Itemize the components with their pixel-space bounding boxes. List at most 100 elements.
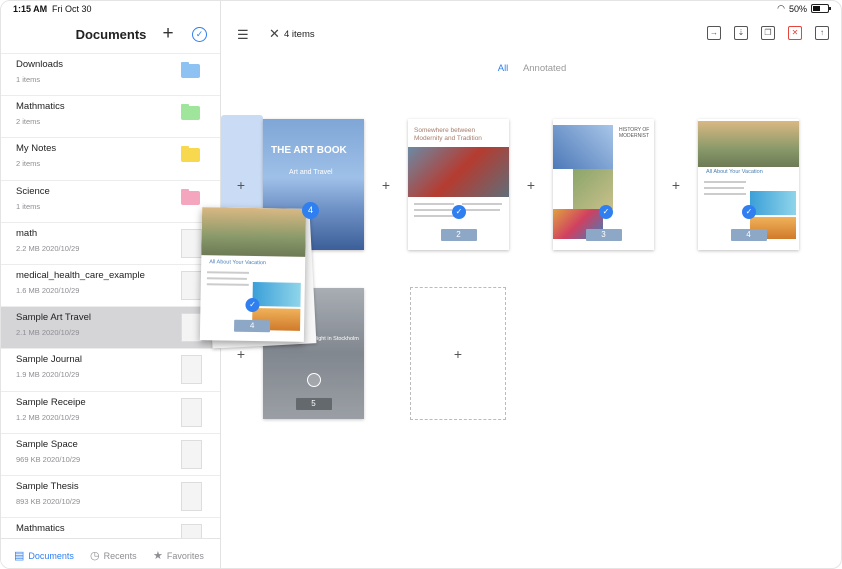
insert-page-button[interactable]: + — [234, 177, 248, 193]
clock-icon: ◷ — [90, 550, 100, 562]
filter-all[interactable]: All — [498, 63, 509, 74]
tab-recents[interactable]: ◷ Recents — [90, 549, 137, 562]
page-3-title: HISTORY OF MODERNIST — [619, 127, 650, 139]
text-line — [704, 193, 746, 195]
status-time: 1:15 AM — [13, 4, 48, 14]
checkmark-circle-icon[interactable]: ✓ — [192, 27, 207, 42]
document-thumbnail — [181, 481, 202, 511]
file-list: Downloads 1 items Mathmatics 2 items My Note… — [1, 53, 220, 538]
sidebar-toggle-icon[interactable]: ☰ — [237, 27, 249, 43]
page-thumbnail-3[interactable]: HISTORY OF MODERNIST ✓ 3 — [553, 119, 654, 250]
folder-icon — [181, 146, 200, 163]
star-icon: ★ — [153, 550, 163, 562]
page-number: 4 — [233, 319, 271, 333]
text-line — [206, 277, 247, 280]
folder-row[interactable]: Downloads 1 items — [1, 54, 220, 97]
duplicate-icon[interactable]: ❐ — [761, 26, 775, 40]
page-3-image-2 — [573, 169, 613, 209]
document-thumbnail — [181, 439, 202, 469]
unselected-circle-icon[interactable] — [307, 373, 321, 387]
document-row[interactable]: medical_health_care_example 1.6 MB 2020/1… — [1, 265, 220, 308]
document-row[interactable]: Sample Space 969 KB 2020/10/29 — [1, 434, 220, 476]
page-cover-title: THE ART BOOK — [271, 145, 347, 156]
folder-row[interactable]: Mathmatics 2 items — [1, 96, 220, 139]
close-icon[interactable]: ✕ — [269, 26, 280, 42]
insert-page-button[interactable]: + — [669, 177, 683, 193]
text-line — [704, 181, 746, 183]
row-meta: 2.2 MB 2020/10/29 — [16, 243, 80, 253]
filter-annotated[interactable]: Annotated — [523, 63, 566, 74]
tab-documents[interactable]: ▤ Documents — [14, 549, 74, 562]
document-row[interactable]: Sample Journal 1.9 MB 2020/10/29 — [1, 349, 220, 392]
page-cover-subtitle: Art and Travel — [289, 169, 333, 176]
row-name: Mathmatics — [16, 101, 65, 113]
page-number: 2 — [440, 229, 477, 241]
text-line — [414, 209, 452, 211]
row-meta: 893 KB 2020/10/29 — [16, 496, 81, 506]
tab-favorites-label: Favorites — [166, 550, 204, 561]
drag-count-badge: 4 — [302, 202, 319, 219]
row-meta: 1.9 MB 2020/10/29 — [16, 370, 80, 380]
row-name: Sample Space — [16, 438, 78, 450]
filter-segment: All Annotated — [221, 63, 841, 74]
row-name: Mathmatics — [16, 523, 65, 535]
plus-icon[interactable]: + — [160, 23, 176, 45]
page-number: 3 — [585, 229, 622, 241]
selection-count: 4 items — [284, 29, 315, 40]
text-line — [462, 209, 500, 211]
toolbar: ☰ ✕ 4 items → ⇣ ❐ ✕ ↑ — [221, 19, 841, 53]
document-thumbnail — [181, 313, 202, 343]
document-thumbnail — [181, 524, 202, 538]
row-meta: 2 items — [16, 117, 41, 127]
page-thumbnail-2[interactable]: Somewhere between Modernity and Traditio… — [408, 119, 509, 250]
add-page-slot[interactable]: + — [410, 287, 506, 420]
document-row[interactable]: Mathmatics44 KB 2020/10/30 — [1, 518, 220, 538]
row-meta: 2 items — [16, 159, 41, 169]
dragged-page-title: All About Your Vacation — [209, 259, 267, 267]
insert-page-button[interactable]: + — [234, 346, 248, 362]
document-thumbnail — [181, 355, 202, 385]
row-name: Sample Receipe — [16, 396, 86, 408]
folder-row[interactable]: My Notes 2 items — [1, 138, 220, 181]
row-meta: 1.6 MB 2020/10/29 — [16, 285, 80, 295]
text-line — [207, 271, 250, 274]
delete-icon[interactable]: ✕ — [788, 26, 802, 40]
page-thumbnail-4[interactable]: All About Your Vacation ✓ 4 — [698, 119, 799, 250]
page-2-title: Somewhere between Modernity and Traditio… — [414, 127, 482, 142]
row-meta: 1 items — [16, 75, 41, 84]
main-area: ☰ ✕ 4 items → ⇣ ❐ ✕ ↑ All Annotated + + … — [199, 1, 841, 568]
document-thumbnail — [181, 228, 202, 258]
folder-icon — [181, 62, 200, 78]
share-icon[interactable]: ↑ — [815, 26, 829, 40]
sidebar-header: Documents + ✓ — [1, 19, 221, 53]
move-to-folder-icon[interactable]: → — [707, 26, 721, 40]
extract-pages-icon[interactable]: ⇣ — [734, 26, 748, 40]
row-name: medical_health_care_example — [16, 269, 145, 281]
row-name: Sample Art Travel — [16, 312, 91, 324]
text-line — [206, 283, 249, 286]
folder-icon — [181, 104, 200, 121]
folder-row[interactable]: Science 1 items — [1, 181, 220, 223]
row-name: Downloads — [16, 59, 63, 70]
folder-icon — [181, 188, 200, 205]
page-number: 5 — [295, 398, 332, 410]
insert-page-button[interactable]: + — [524, 177, 538, 193]
checkmark-icon: ✓ — [742, 205, 756, 219]
page-4-image-2 — [750, 191, 796, 215]
document-row[interactable]: math 2.2 MB 2020/10/29 — [1, 223, 220, 265]
toolbar-actions: → ⇣ ❐ ✕ ↑ — [707, 26, 829, 40]
dragged-page-stack[interactable]: All About Your Vacation ✓ 4 — [199, 207, 307, 342]
document-row[interactable]: Sample Receipe 1.2 MB 2020/10/29 — [1, 392, 220, 434]
tab-favorites[interactable]: ★ Favorites — [153, 549, 204, 562]
text-line — [414, 215, 454, 217]
document-row[interactable]: Sample Thesis 893 KB 2020/10/29 — [1, 476, 220, 519]
document-row[interactable]: Sample Art Travel 2.1 MB 2020/10/29 — [1, 307, 220, 350]
page-5-title: Night in Stockholm — [313, 336, 359, 342]
page-4-image — [698, 121, 799, 167]
sidebar-title: Documents — [75, 27, 147, 42]
text-line — [462, 203, 502, 205]
dragged-page-image — [201, 207, 307, 257]
documents-icon: ▤ — [14, 550, 25, 562]
row-meta: 2.1 MB 2020/10/29 — [16, 328, 80, 338]
insert-page-button[interactable]: + — [379, 177, 393, 193]
